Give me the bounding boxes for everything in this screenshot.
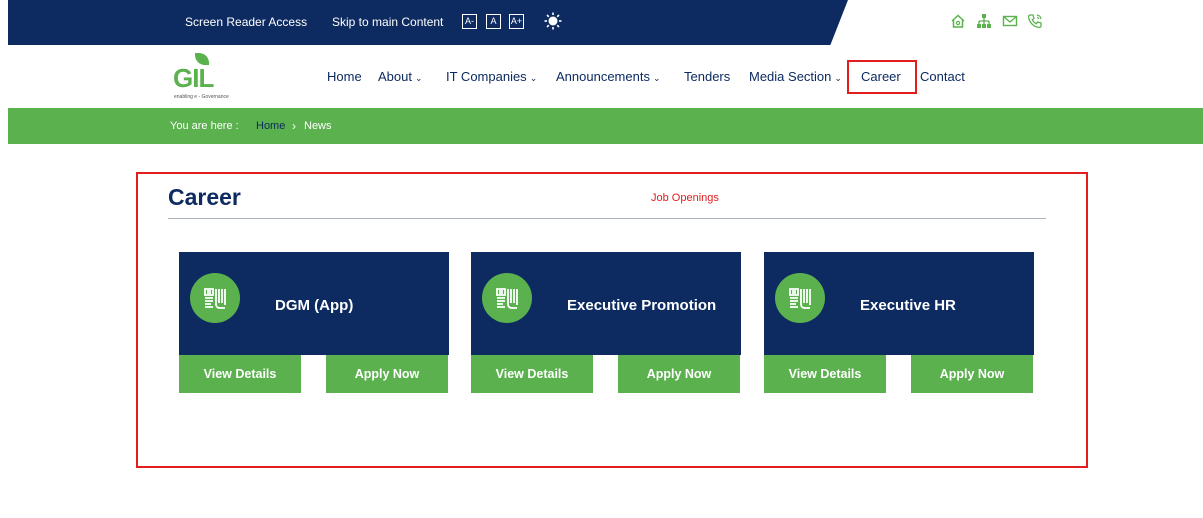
view-details-button[interactable]: View Details	[471, 355, 593, 393]
career-highlight-box	[847, 60, 917, 94]
job-card: DGM (App) View Details Apply Now	[179, 252, 449, 393]
nav-contact-label: Contact	[920, 69, 965, 84]
logo-wordmark: GIL	[173, 63, 214, 93]
breadcrumb: You are here : Home › News	[8, 108, 1203, 144]
nav-it-companies-label: IT Companies	[446, 69, 527, 84]
site-header: GIL enabling e - Governance Home About ⌄ …	[0, 45, 1203, 108]
screen-reader-link[interactable]: Screen Reader Access	[185, 15, 307, 29]
phone-icon[interactable]	[1027, 13, 1043, 29]
breadcrumb-home-link[interactable]: Home	[256, 120, 285, 132]
sitemap-icon[interactable]	[976, 13, 992, 29]
chevron-down-icon: ⌄	[652, 73, 661, 83]
job-title[interactable]: DGM (App)	[275, 297, 353, 314]
apply-now-button[interactable]: Apply Now	[618, 355, 740, 393]
job-card: Executive Promotion View Details Apply N…	[471, 252, 741, 393]
page-title: Career	[168, 184, 241, 210]
chevron-down-icon: ⌄	[414, 73, 423, 83]
document-icon	[190, 273, 240, 323]
job-card-header: Executive Promotion	[471, 252, 741, 355]
view-details-button[interactable]: View Details	[764, 355, 886, 393]
nav-about[interactable]: About ⌄	[378, 69, 423, 84]
job-card-header: Executive HR	[764, 252, 1034, 355]
top-utility-bar: Screen Reader Access Skip to main Conten…	[8, 0, 1203, 45]
nav-tenders-label: Tenders	[684, 69, 731, 84]
site-logo[interactable]: GIL enabling e - Governance	[170, 53, 242, 101]
font-decrease-button[interactable]: A-	[462, 14, 477, 29]
nav-home-label: Home	[327, 69, 362, 84]
breadcrumb-separator: ›	[292, 119, 296, 133]
mail-icon[interactable]	[1002, 13, 1018, 29]
chevron-down-icon: ⌄	[834, 73, 842, 83]
title-divider	[168, 218, 1046, 219]
nav-contact[interactable]: Contact	[920, 69, 965, 84]
nav-announcements[interactable]: Announcements ⌄	[556, 69, 661, 84]
chevron-down-icon: ⌄	[529, 73, 538, 83]
nav-media-section-label: Media Section	[749, 69, 832, 84]
job-card: Executive HR View Details Apply Now	[764, 252, 1034, 393]
nav-it-companies[interactable]: IT Companies ⌄	[446, 69, 537, 84]
nav-announcements-label: Announcements	[556, 69, 650, 84]
home-icon[interactable]	[950, 13, 966, 29]
view-details-button[interactable]: View Details	[179, 355, 301, 393]
nav-tenders[interactable]: Tenders	[684, 69, 730, 84]
font-normal-button[interactable]: A	[486, 14, 501, 29]
document-icon	[482, 273, 532, 323]
apply-now-button[interactable]: Apply Now	[911, 355, 1033, 393]
nav-home[interactable]: Home	[327, 69, 362, 84]
font-increase-button[interactable]: A+	[509, 14, 524, 29]
job-openings-label: Job Openings	[651, 192, 719, 204]
apply-now-button[interactable]: Apply Now	[326, 355, 448, 393]
nav-media-section[interactable]: Media Section ⌄	[749, 69, 842, 84]
breadcrumb-label: You are here :	[170, 120, 239, 132]
skip-to-content-link[interactable]: Skip to main Content	[332, 15, 443, 29]
breadcrumb-current: News	[304, 120, 332, 132]
job-title[interactable]: Executive Promotion	[567, 297, 716, 314]
job-card-header: DGM (App)	[179, 252, 449, 355]
nav-about-label: About	[378, 69, 412, 84]
contrast-icon[interactable]	[544, 12, 562, 30]
document-icon	[775, 273, 825, 323]
logo-tagline: enabling e - Governance	[174, 94, 229, 100]
job-title[interactable]: Executive HR	[860, 297, 956, 314]
